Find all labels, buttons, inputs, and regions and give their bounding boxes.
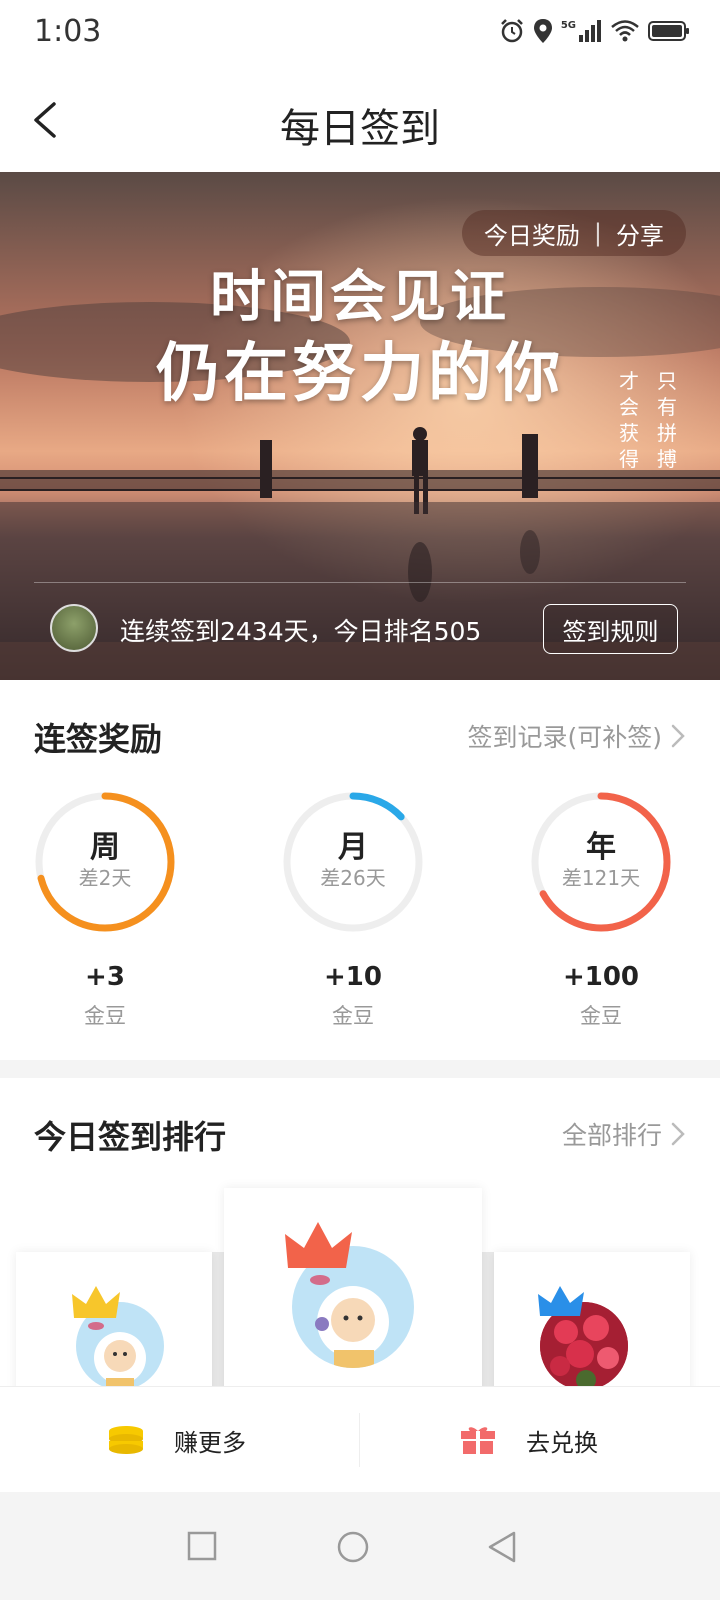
banner-divider — [34, 582, 686, 583]
exchange-button[interactable]: 去兑换 — [460, 1387, 598, 1493]
bottom-action-bar: 赚更多 去兑换 — [0, 1386, 720, 1492]
exchange-label: 去兑换 — [526, 1428, 598, 1457]
crown-first-icon — [285, 1222, 352, 1268]
reward-amount: +100 — [562, 962, 640, 992]
earn-more-button[interactable]: 赚更多 — [108, 1387, 246, 1493]
page-title: 每日签到 — [280, 106, 440, 152]
ranking-title: 今日签到排行 — [34, 1118, 227, 1156]
ring-period-label: 年 — [586, 830, 616, 865]
chevron-right-icon — [671, 1122, 685, 1146]
rank-second-card[interactable] — [16, 1252, 212, 1388]
reward-unit: 金豆 — [580, 1004, 622, 1028]
checkin-record-label: 签到记录(可补签) — [467, 723, 662, 752]
network-type: 5G — [560, 20, 576, 31]
chevron-right-icon — [671, 724, 685, 748]
hero-banner: 今日奖励 | 分享 时间会见证 仍在努力的你 只有拼搏 才会获得 连续签到243… — [0, 172, 720, 680]
rank-first-card[interactable] — [224, 1188, 482, 1388]
status-bar: 1:03 5G — [0, 0, 720, 68]
checkin-record-link[interactable]: 签到记录(可补签) — [467, 718, 686, 754]
ring-period-label: 周 — [90, 830, 120, 865]
wifi-icon — [611, 20, 639, 42]
circle-icon[interactable] — [336, 1530, 370, 1564]
vertical-caption-left: 才会获得 — [619, 369, 639, 471]
crown-second-icon — [72, 1286, 120, 1318]
coin-stack-icon — [109, 1426, 143, 1454]
ranking-card: 今日签到排行 全部排行 — [0, 1078, 720, 1388]
all-ranking-label: 全部排行 — [561, 1121, 662, 1150]
status-icons: 5G — [499, 18, 690, 44]
gift-icon — [461, 1427, 495, 1454]
reward-amount: +10 — [324, 962, 382, 992]
vertical-caption-right: 只有拼搏 — [657, 369, 677, 471]
user-avatar[interactable] — [50, 604, 98, 652]
battery-icon — [648, 21, 689, 41]
reward-amount: +3 — [85, 962, 125, 992]
today-reward-link[interactable]: 今日奖励 — [484, 216, 580, 251]
square-icon[interactable] — [186, 1530, 218, 1562]
earn-more-label: 赚更多 — [174, 1428, 246, 1457]
triangle-back-icon[interactable] — [486, 1530, 518, 1564]
streak-ring-2: 年差121天 — [527, 788, 675, 936]
streak-ring-1: 月差26天 — [279, 788, 427, 936]
bottom-bar-divider — [359, 1413, 360, 1467]
ring-remaining-label: 差26天 — [320, 866, 386, 890]
pill-separator: | — [593, 219, 602, 247]
ring-remaining-label: 差121天 — [561, 866, 641, 890]
slogan-line-2: 仍在努力的你 — [156, 336, 564, 411]
alarm-icon — [500, 19, 523, 43]
status-time: 1:03 — [34, 14, 102, 49]
reward-unit: 金豆 — [332, 1004, 374, 1028]
ring-remaining-label: 差2天 — [78, 866, 132, 890]
system-nav-bar — [0, 1492, 720, 1600]
streak-summary: 连续签到2434天，今日排名505 — [120, 617, 482, 646]
reward-unit: 金豆 — [84, 1004, 126, 1028]
slogan-line-1: 时间会见证 — [210, 264, 510, 330]
streak-rewards-title: 连签奖励 — [34, 720, 163, 758]
crown-third-icon — [538, 1286, 584, 1316]
share-link[interactable]: 分享 — [616, 216, 664, 251]
nav-bar: 每日签到 — [0, 68, 720, 172]
share-pill[interactable]: 今日奖励 | 分享 — [461, 210, 686, 256]
signal-icon — [579, 20, 601, 42]
streak-ring-0: 周差2天 — [31, 788, 179, 936]
rules-button[interactable]: 签到规则 — [543, 604, 678, 654]
rank-third-card[interactable] — [494, 1252, 690, 1388]
ring-period-label: 月 — [338, 830, 368, 865]
location-icon — [533, 19, 552, 43]
all-ranking-link[interactable]: 全部排行 — [562, 1116, 686, 1152]
streak-rewards-card: 连签奖励 签到记录(可补签) 周差2天 +3 金豆 月差26天 +10 金豆 年差121天 +… — [0, 680, 720, 1060]
